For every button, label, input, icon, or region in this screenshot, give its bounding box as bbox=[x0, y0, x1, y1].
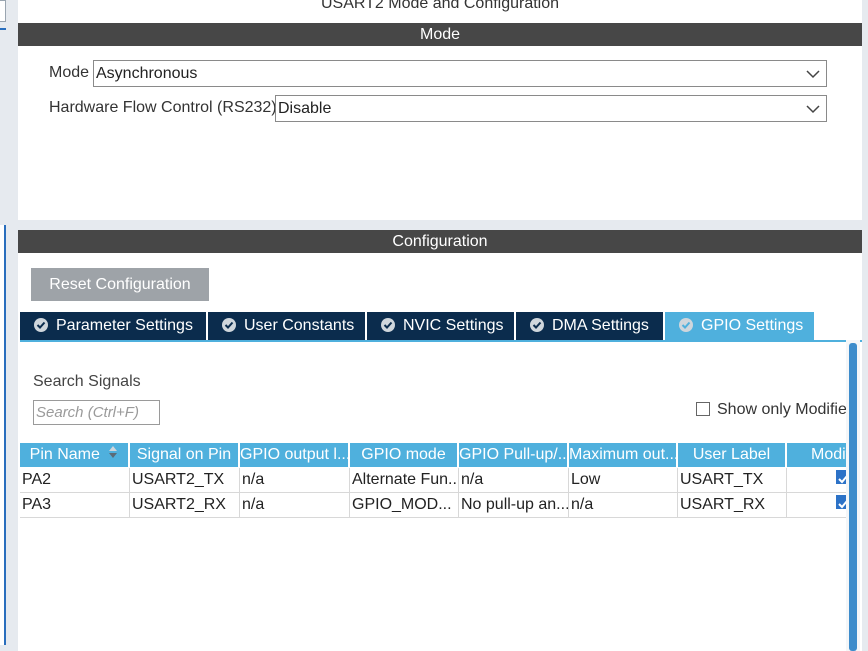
column-header-maximum-output-speed[interactable]: Maximum out... bbox=[569, 443, 678, 467]
column-header-modified[interactable]: Modif bbox=[787, 443, 854, 467]
cell-modified[interactable] bbox=[787, 493, 854, 517]
tab-label: GPIO Settings bbox=[701, 317, 804, 334]
page-title: USART2 Mode and Configuration bbox=[320, 0, 560, 12]
column-header-label: Pin Name bbox=[29, 446, 100, 464]
cell-signal-on-pin: USART2_TX bbox=[130, 468, 240, 492]
column-header-user-label[interactable]: User Label bbox=[678, 443, 787, 467]
check-circle-icon bbox=[530, 318, 544, 332]
show-only-modified-toggle[interactable]: Show only Modified bbox=[696, 400, 854, 420]
mode-select-value: Asynchronous bbox=[96, 65, 198, 82]
cell-signal-on-pin: USART2_RX bbox=[130, 493, 240, 517]
cell-gpio-mode: Alternate Fun... bbox=[350, 468, 459, 492]
hardware-flow-control-value: Disable bbox=[278, 100, 332, 117]
mode-panel: USART2 Mode and Configuration Mode Mode … bbox=[18, 0, 862, 220]
tab-label: User Constants bbox=[244, 317, 355, 334]
left-panel-edge bbox=[0, 0, 18, 651]
column-header-gpio-mode[interactable]: GPIO mode bbox=[350, 443, 459, 467]
chevron-down-icon bbox=[806, 61, 820, 86]
tab-label: DMA Settings bbox=[552, 317, 649, 334]
reset-configuration-button[interactable]: Reset Configuration bbox=[31, 268, 209, 301]
cell-gpio-output-level: n/a bbox=[240, 468, 350, 492]
tab-label: NVIC Settings bbox=[403, 317, 504, 334]
tab-user-constants[interactable]: User Constants bbox=[208, 312, 365, 340]
cell-gpio-mode: GPIO_MOD... bbox=[350, 493, 459, 517]
tab-underline bbox=[20, 340, 862, 342]
show-only-modified-label: Show only Modified bbox=[717, 401, 854, 418]
table-row[interactable]: PA3 USART2_RX n/a GPIO_MOD... No pull-up… bbox=[20, 493, 854, 518]
configuration-tabs: Parameter Settings User Constants NVIC S… bbox=[20, 312, 862, 340]
sort-icon bbox=[108, 443, 118, 467]
tab-label: Parameter Settings bbox=[56, 317, 193, 334]
column-header-gpio-output-level[interactable]: GPIO output l... bbox=[240, 443, 350, 467]
cell-modified[interactable] bbox=[787, 468, 854, 492]
cell-pin-name: PA3 bbox=[20, 493, 130, 517]
tab-dma-settings[interactable]: DMA Settings bbox=[516, 312, 663, 340]
tab-gpio-settings[interactable]: GPIO Settings bbox=[665, 312, 814, 340]
cell-pin-name: PA2 bbox=[20, 468, 130, 492]
table-header: Pin Name Signal on Pin GPIO output l... … bbox=[20, 443, 854, 467]
cell-gpio-pull: n/a bbox=[459, 468, 569, 492]
check-circle-icon bbox=[222, 318, 236, 332]
panel-divider bbox=[18, 220, 862, 230]
column-header-gpio-pull[interactable]: GPIO Pull-up/... bbox=[459, 443, 569, 467]
cell-maximum-output-speed: n/a bbox=[569, 493, 678, 517]
cell-user-label: USART_RX bbox=[678, 493, 787, 517]
show-only-modified-checkbox[interactable] bbox=[696, 402, 710, 416]
cell-gpio-output-level: n/a bbox=[240, 493, 350, 517]
check-circle-icon bbox=[679, 318, 693, 332]
search-signals-input[interactable] bbox=[33, 400, 160, 425]
hardware-flow-control-label: Hardware Flow Control (RS232) bbox=[49, 99, 277, 116]
table-row[interactable]: PA2 USART2_TX n/a Alternate Fun... n/a L… bbox=[20, 468, 854, 493]
left-panel-frame bbox=[0, 225, 6, 645]
mode-section-header: Mode bbox=[18, 23, 862, 46]
right-panel-edge bbox=[862, 0, 868, 651]
mode-select[interactable]: Asynchronous bbox=[93, 60, 827, 87]
mode-label: Mode bbox=[49, 64, 90, 81]
cell-gpio-pull: No pull-up an... bbox=[459, 493, 569, 517]
configuration-panel: Configuration Reset Configuration Parame… bbox=[18, 230, 862, 651]
left-panel-marker bbox=[0, 28, 6, 30]
vertical-scrollbar-thumb[interactable] bbox=[849, 343, 857, 651]
cell-user-label: USART_TX bbox=[678, 468, 787, 492]
check-circle-icon bbox=[34, 318, 48, 332]
tab-parameter-settings[interactable]: Parameter Settings bbox=[20, 312, 206, 340]
cell-maximum-output-speed: Low bbox=[569, 468, 678, 492]
chevron-down-icon bbox=[806, 96, 820, 121]
left-panel-field bbox=[0, 0, 6, 22]
tab-nvic-settings[interactable]: NVIC Settings bbox=[367, 312, 514, 340]
column-header-pin-name[interactable]: Pin Name bbox=[20, 443, 130, 467]
check-circle-icon bbox=[381, 318, 395, 332]
configuration-section-header: Configuration bbox=[18, 230, 862, 253]
search-signals-label: Search Signals bbox=[33, 373, 141, 390]
hardware-flow-control-select[interactable]: Disable bbox=[275, 95, 827, 122]
column-header-signal-on-pin[interactable]: Signal on Pin bbox=[130, 443, 240, 467]
